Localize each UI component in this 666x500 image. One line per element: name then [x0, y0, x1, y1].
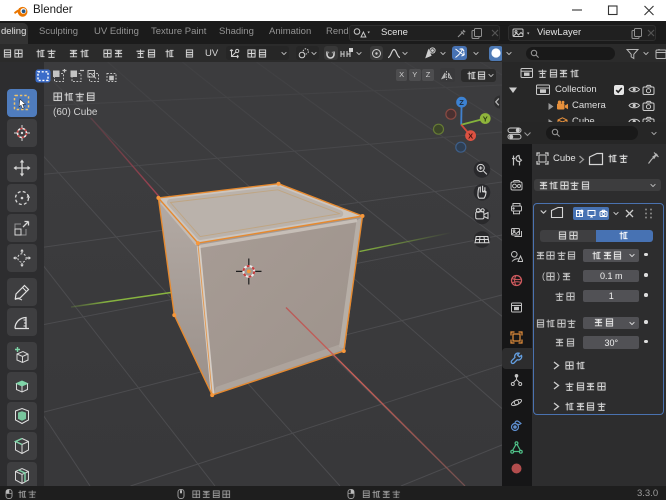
svg-text:X: X: [468, 131, 473, 140]
svg-text:Y: Y: [483, 114, 488, 123]
svg-text:Z: Z: [459, 98, 464, 107]
